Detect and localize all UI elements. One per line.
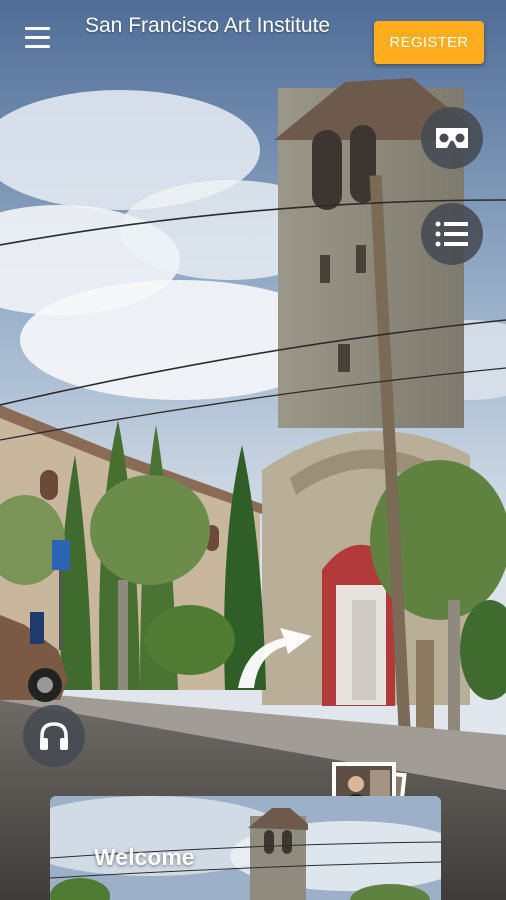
vr-headset-icon <box>436 128 468 148</box>
list-icon <box>435 221 468 247</box>
welcome-card[interactable]: Welcome <box>50 796 441 900</box>
page-title: San Francisco Art Institute <box>85 14 331 37</box>
top-bar: San Francisco Art Institute REGISTER <box>0 0 506 90</box>
navigate-arrow[interactable] <box>232 624 314 696</box>
card-title: Welcome <box>94 844 195 870</box>
audio-guide-button[interactable] <box>23 705 85 767</box>
register-button[interactable]: REGISTER <box>374 21 484 64</box>
headphones-icon <box>40 722 68 750</box>
vr-mode-button[interactable] <box>421 107 483 169</box>
curved-arrow-icon <box>238 628 312 688</box>
hamburger-menu-icon[interactable] <box>20 24 56 52</box>
list-view-button[interactable] <box>421 203 483 265</box>
